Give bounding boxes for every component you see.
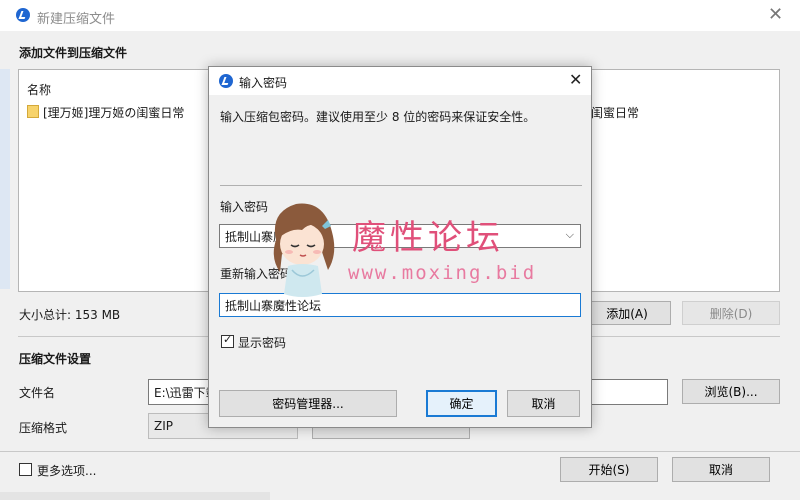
app-logo-icon [16, 8, 30, 22]
dialog-title-bar: 输入密码 ✕ [209, 67, 591, 95]
dialog-cancel-button[interactable]: 取消 [507, 390, 580, 417]
divider [0, 451, 800, 452]
main-cancel-button[interactable]: 取消 [672, 457, 770, 482]
show-password-label[interactable]: 显示密码 [238, 334, 286, 351]
reenter-password-input[interactable]: 抵制山寨魔性论坛 [219, 293, 581, 317]
main-close-icon[interactable]: ✕ [768, 4, 783, 25]
left-panel-edge [0, 69, 10, 289]
enter-password-value: 抵制山寨魔性论坛 [225, 229, 322, 244]
show-password-checkbox[interactable]: ✓ [221, 333, 234, 348]
password-dialog: 输入密码 ✕ 输入压缩包密码。建议使用至少 8 位的密码来保证安全性。 输入密码… [208, 66, 592, 428]
add-files-section-title: 添加文件到压缩文件 [19, 46, 128, 60]
more-options-label[interactable]: 更多选项... [37, 462, 96, 479]
list-item-name: [理万姬]理万姬の闺蜜日常 [43, 106, 185, 120]
add-button[interactable]: 添加(A) [583, 301, 671, 325]
folder-icon [27, 105, 39, 118]
checkmark-icon: ✓ [223, 333, 233, 346]
start-button[interactable]: 开始(S) [560, 457, 658, 482]
format-label: 压缩格式 [19, 421, 68, 435]
status-strip [0, 492, 270, 500]
chevron-down-icon[interactable]: ⌵ [566, 228, 574, 242]
enter-password-input[interactable]: 抵制山寨魔性论坛 ⌵ [219, 224, 581, 248]
dialog-close-icon[interactable]: ✕ [569, 70, 582, 89]
main-title-bar: 新建压缩文件 ✕ [0, 0, 800, 31]
dialog-divider [220, 185, 582, 186]
total-size-label: 大小总计: 153 MB [19, 308, 121, 322]
filename-label: 文件名 [19, 386, 56, 400]
dialog-description: 输入压缩包密码。建议使用至少 8 位的密码来保证安全性。 [220, 110, 536, 124]
compression-settings-title: 压缩文件设置 [19, 352, 92, 366]
remove-button[interactable]: 删除(D) [682, 301, 780, 325]
browse-button[interactable]: 浏览(B)... [682, 379, 780, 404]
password-manager-button[interactable]: 密码管理器... [219, 390, 397, 417]
column-header-name[interactable]: 名称 [27, 81, 51, 98]
enter-password-label: 输入密码 [220, 200, 269, 214]
dialog-logo-icon [219, 74, 233, 88]
list-item-name-right: 闺蜜日常 [591, 106, 640, 120]
dialog-title: 输入密码 [239, 76, 288, 90]
list-item[interactable]: [理万姬]理万姬の闺蜜日常 [27, 104, 217, 120]
ok-button[interactable]: 确定 [426, 390, 497, 417]
main-window-title: 新建压缩文件 [37, 12, 116, 27]
reenter-password-label: 重新输入密码 [220, 267, 293, 281]
more-options-checkbox[interactable] [19, 463, 32, 476]
